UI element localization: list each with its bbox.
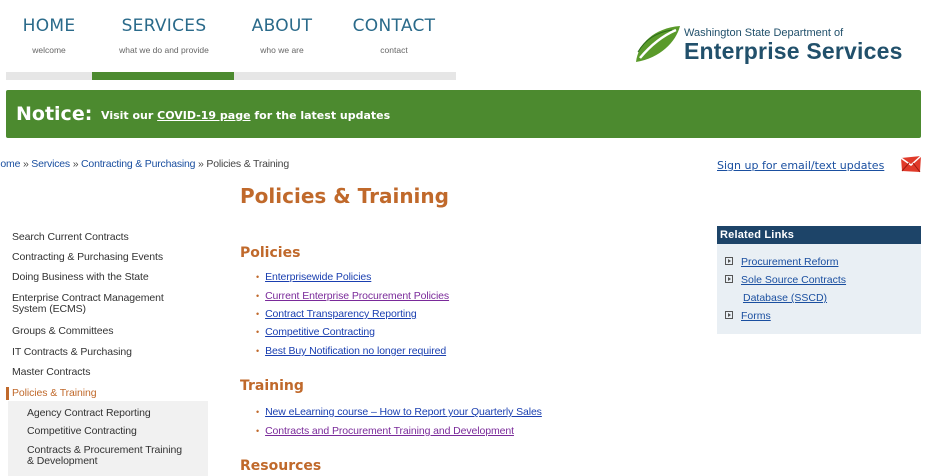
nav-about-sub: who we are <box>260 45 304 55</box>
email-signup-link[interactable]: Sign up for email/text updates <box>717 159 884 172</box>
link-transparency-reporting[interactable]: Contract Transparency Reporting <box>265 308 417 320</box>
related-link-label: Procurement Reform <box>741 256 839 268</box>
arrow-box-icon <box>725 311 733 319</box>
nav-about-title: ABOUT <box>251 16 313 36</box>
related-link-label: Forms <box>741 310 771 322</box>
link-enterprisewide-policies[interactable]: Enterprisewide Policies <box>265 271 371 283</box>
breadcrumb-services[interactable]: Services <box>31 158 70 170</box>
sidebar-item-groups[interactable]: Groups & Committees <box>12 326 113 337</box>
nav-contact-title: CONTACT <box>352 16 436 36</box>
policies-heading: Policies <box>240 245 301 261</box>
related-link-forms[interactable]: Forms <box>725 310 771 322</box>
notice-message: Visit our COVID-19 page for the latest u… <box>101 109 390 122</box>
notice-post: for the latest updates <box>250 109 391 122</box>
list-item: • Competitive Contracting <box>256 326 375 338</box>
sidebar-active-marker <box>6 387 9 400</box>
breadcrumb-home[interactable]: Home <box>0 158 20 170</box>
envelope-icon[interactable] <box>900 154 922 174</box>
nav-item-home[interactable]: HOME welcome <box>18 16 80 55</box>
list-item: • New eLearning course – How to Report yo… <box>256 406 542 418</box>
breadcrumb-sep: » <box>72 158 79 170</box>
nav-item-contact[interactable]: CONTACT contact <box>346 16 442 55</box>
related-links-heading: Related Links <box>717 226 921 244</box>
nav-item-about[interactable]: ABOUT who we are <box>246 16 318 55</box>
nav-home-title: HOME <box>22 16 76 36</box>
bullet: • <box>256 327 260 337</box>
nav-contact-sub: contact <box>380 45 408 55</box>
breadcrumb-contracting[interactable]: Contracting & Purchasing <box>81 158 195 170</box>
arrow-box-icon <box>725 275 733 283</box>
nav-services-title: SERVICES <box>121 16 207 36</box>
related-links-panel: Related Links Procurement Reform Sole So… <box>717 226 921 334</box>
bullet: • <box>256 407 260 417</box>
sidebar-item-search-contracts[interactable]: Search Current Contracts <box>12 232 129 243</box>
related-link-label: Sole Source Contracts <box>741 274 847 286</box>
arrow-box-icon <box>725 257 733 265</box>
leaf-logo-icon <box>636 26 680 62</box>
training-heading: Training <box>240 378 304 394</box>
sidebar-sub-competitive[interactable]: Competitive Contracting <box>27 426 137 437</box>
sidebar-item-master-contracts[interactable]: Master Contracts <box>12 367 90 378</box>
related-link-procurement-reform[interactable]: Procurement Reform <box>725 256 838 268</box>
breadcrumb: Home » Services » Contracting & Purchasi… <box>0 158 289 170</box>
list-item: • Enterprisewide Policies <box>256 271 371 283</box>
notice-banner: Notice: Visit our COVID-19 page for the … <box>6 90 921 138</box>
bullet: • <box>256 291 260 301</box>
list-item: • Best Buy Notification no longer require… <box>256 345 446 357</box>
sidebar-item-events[interactable]: Contracting & Purchasing Events <box>12 252 163 263</box>
sidebar-sub-training-line2[interactable]: & Development <box>27 456 98 467</box>
sidebar-item-policies-training[interactable]: Policies & Training <box>12 388 97 399</box>
notice-pre: Visit our <box>101 109 158 122</box>
list-item: • Contracts and Procurement Training and … <box>256 425 514 437</box>
breadcrumb-current: Policies & Training <box>206 158 289 170</box>
sidebar-sub-agency-reporting[interactable]: Agency Contract Reporting <box>27 408 151 419</box>
nav-services-sub: what we do and provide <box>119 45 209 55</box>
sidebar-item-ecms-line2[interactable]: System (ECMS) <box>12 304 86 315</box>
sidebar-item-doing-business[interactable]: Doing Business with the State <box>12 272 149 283</box>
bullet: • <box>256 272 260 282</box>
covid-link[interactable]: COVID-19 page <box>157 109 250 122</box>
link-training-development[interactable]: Contracts and Procurement Training and D… <box>265 425 514 437</box>
page-title: Policies & Training <box>240 184 449 208</box>
notice-heading: Notice: <box>16 103 93 125</box>
des-logo[interactable]: Washington State Department of Enterpris… <box>632 22 902 66</box>
list-item: • Current Enterprise Procurement Policies <box>256 290 449 302</box>
link-procurement-policies[interactable]: Current Enterprise Procurement Policies <box>265 290 449 302</box>
bullet: • <box>256 426 260 436</box>
breadcrumb-sep: » <box>22 158 29 170</box>
list-item: • Contract Transparency Reporting <box>256 308 417 320</box>
bullet: • <box>256 309 260 319</box>
link-elearning-course[interactable]: New eLearning course – How to Report you… <box>265 406 542 418</box>
resources-heading: Resources <box>240 458 322 474</box>
related-link-sscd[interactable]: Database (SSCD) <box>743 292 827 304</box>
nav-item-services[interactable]: SERVICES what we do and provide <box>100 16 228 55</box>
link-best-buy[interactable]: Best Buy Notification no longer required <box>265 345 446 357</box>
bullet: • <box>256 346 260 356</box>
link-competitive-contracting[interactable]: Competitive Contracting <box>265 326 375 338</box>
related-link-sole-source[interactable]: Sole Source Contracts <box>725 274 846 286</box>
sidebar-item-it-contracts[interactable]: IT Contracts & Purchasing <box>12 347 132 358</box>
nav-home-sub: welcome <box>32 45 66 55</box>
nav-active-indicator <box>92 72 234 80</box>
logo-line-2: Enterprise Services <box>684 38 903 64</box>
breadcrumb-sep: » <box>198 158 204 170</box>
